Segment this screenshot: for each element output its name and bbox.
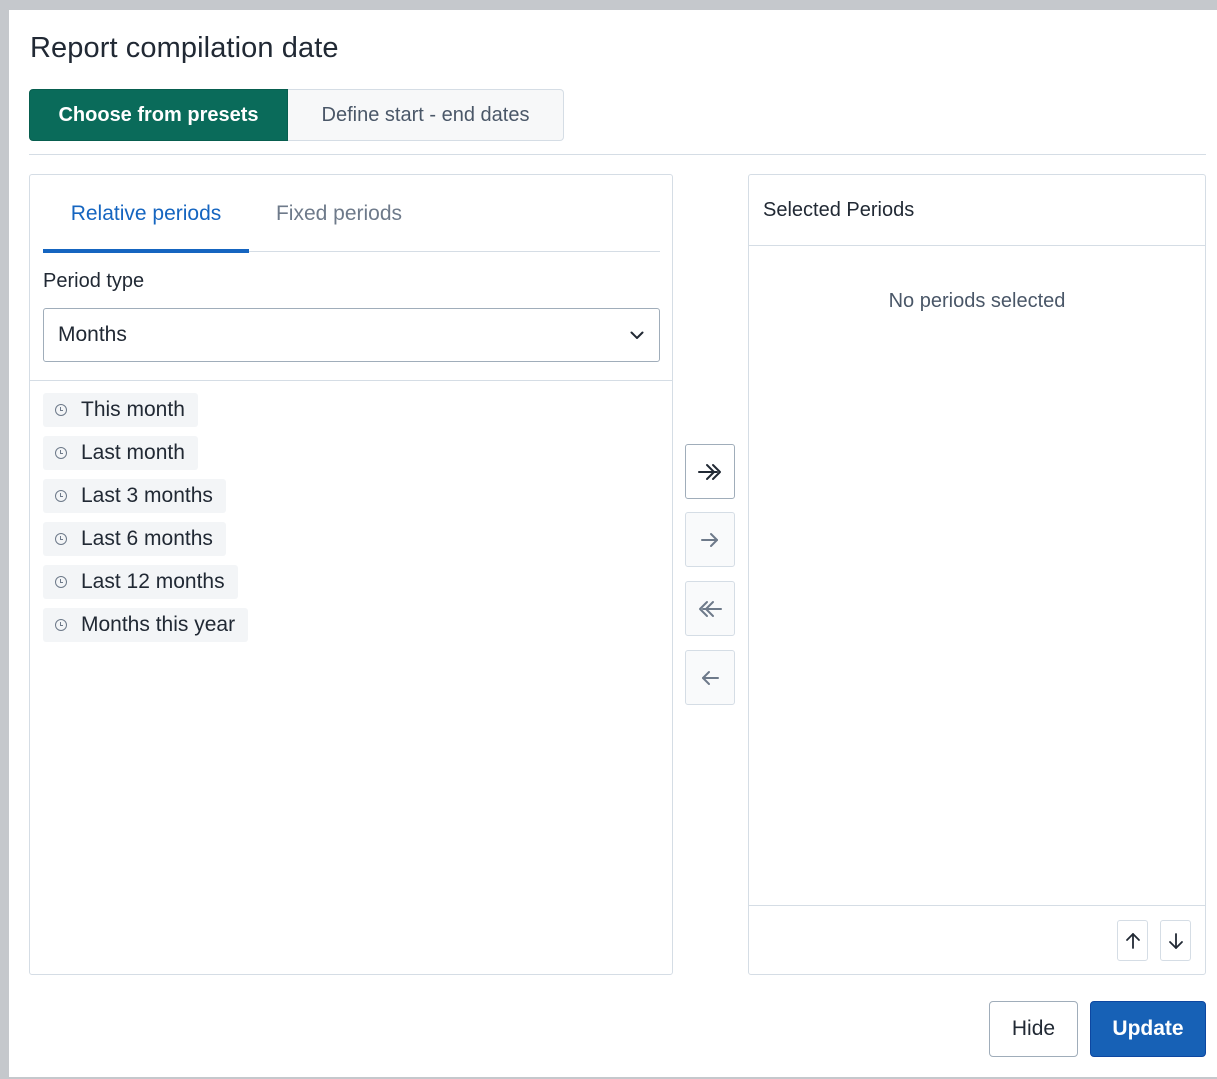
period-option-label: Last 3 months [81, 484, 213, 507]
clock-icon [55, 490, 67, 502]
selected-periods-panel: Selected Periods No periods selected [748, 174, 1206, 975]
mode-toggle: Choose from presets Define start - end d… [29, 89, 564, 141]
list-divider [30, 380, 672, 381]
period-option-label: This month [81, 398, 185, 421]
panel-footer-divider [749, 905, 1205, 906]
period-option-months-this-year[interactable]: Months this year [43, 608, 249, 642]
move-up-button[interactable] [1117, 920, 1148, 961]
arrow-left-icon [702, 670, 719, 685]
tab-fixed-periods[interactable]: Fixed periods [249, 175, 429, 252]
double-arrow-right-icon [698, 463, 721, 480]
period-option-label: Last month [81, 441, 185, 464]
double-arrow-left-icon [699, 600, 722, 617]
period-type-select[interactable]: Months [43, 308, 660, 362]
clock-icon [55, 533, 67, 545]
window-frame-top [0, 0, 1217, 10]
period-option-last-month[interactable]: Last month [43, 436, 198, 470]
define-dates-button[interactable]: Define start - end dates [288, 89, 564, 141]
period-option-this-month[interactable]: This month [43, 393, 198, 427]
period-tabs: Relative periods Fixed periods [43, 175, 660, 253]
period-option-last-6-months[interactable]: Last 6 months [43, 522, 226, 556]
period-type-value: Months [58, 323, 127, 346]
clock-icon [55, 619, 67, 631]
period-option-last-12-months[interactable]: Last 12 months [43, 565, 238, 599]
empty-state-text: No periods selected [888, 290, 1066, 312]
move-down-button[interactable] [1160, 920, 1191, 961]
arrow-right-icon [701, 532, 718, 547]
tab-relative-periods[interactable]: Relative periods [43, 175, 249, 253]
select-one-button[interactable] [685, 512, 735, 567]
clock-icon [55, 447, 67, 459]
available-periods-panel: Relative periods Fixed periods Period ty… [29, 174, 673, 975]
select-all-button[interactable] [685, 444, 735, 499]
available-periods-list: This month Last month Last 3 months Last… [43, 393, 249, 642]
period-option-last-3-months[interactable]: Last 3 months [43, 479, 226, 513]
arrow-up-icon [1125, 932, 1140, 949]
period-type-label: Period type [43, 270, 145, 292]
hide-button[interactable]: Hide [989, 1001, 1078, 1057]
period-option-label: Last 12 months [81, 570, 225, 593]
update-button[interactable]: Update [1090, 1001, 1206, 1057]
selected-periods-header: Selected Periods [749, 175, 1205, 246]
deselect-all-button[interactable] [685, 581, 735, 636]
period-option-label: Months this year [81, 613, 236, 636]
period-option-label: Last 6 months [81, 527, 213, 550]
deselect-one-button[interactable] [685, 650, 735, 705]
arrow-down-icon [1168, 932, 1183, 949]
dialog-title: Report compilation date [30, 32, 339, 64]
clock-icon [55, 576, 67, 588]
choose-presets-button[interactable]: Choose from presets [29, 89, 288, 141]
section-divider [29, 154, 1206, 155]
chevron-down-icon [629, 327, 645, 343]
clock-icon [55, 404, 67, 416]
window-frame-left [0, 0, 9, 1079]
